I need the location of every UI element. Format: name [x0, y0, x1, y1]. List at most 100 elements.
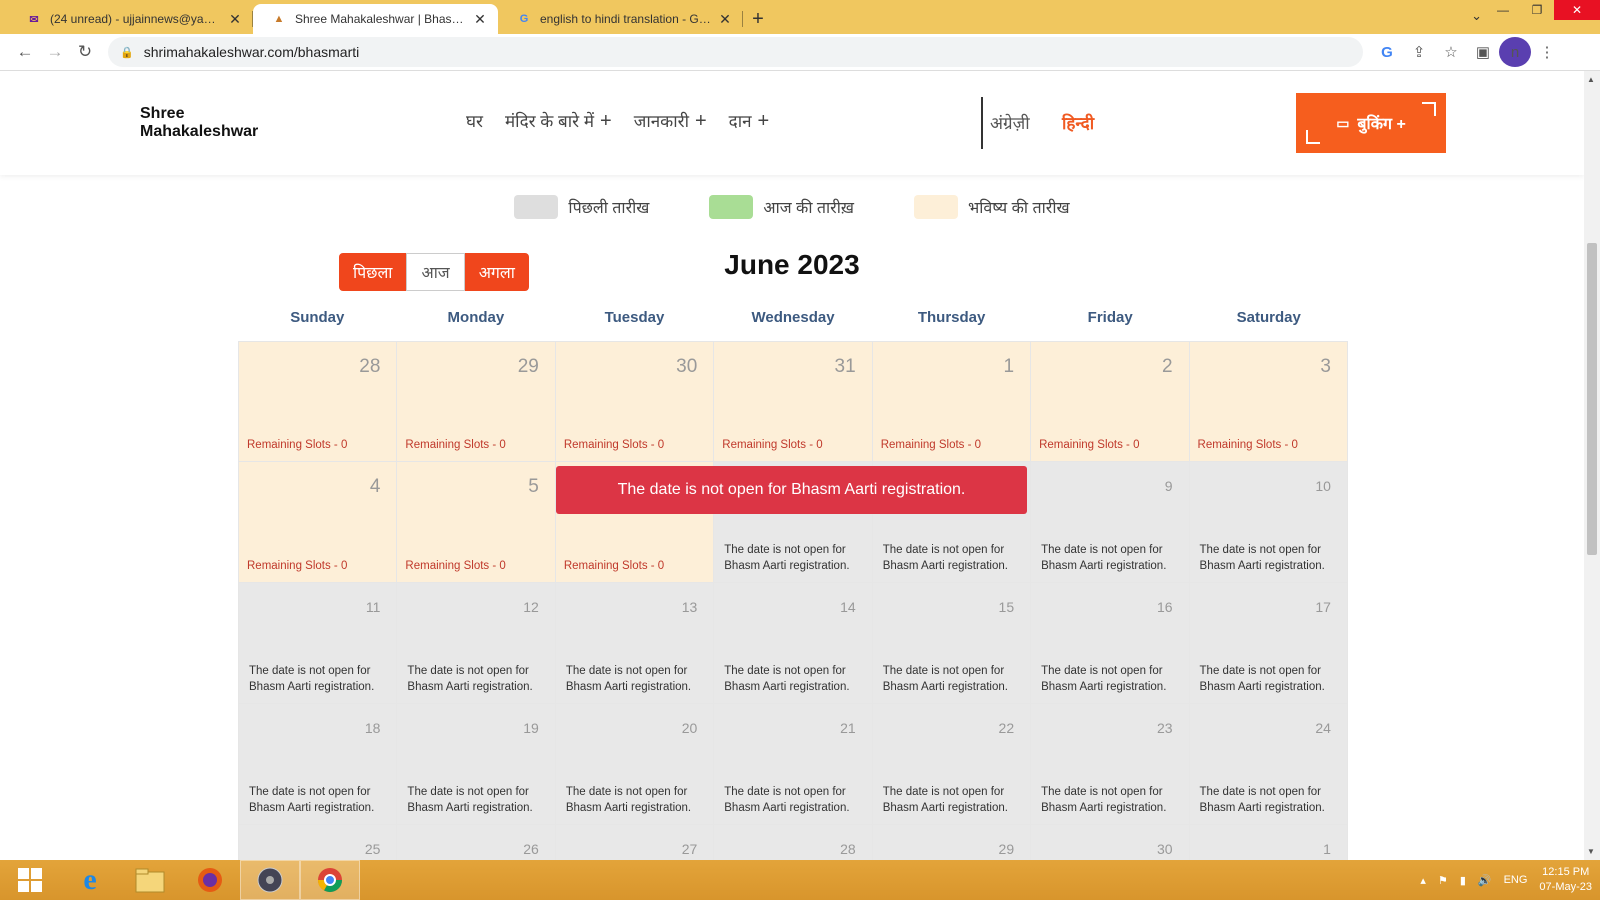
calendar-day-cell[interactable]: 28 Remaining Slots - 0	[238, 341, 398, 462]
calendar-day-cell[interactable]: 10 The date is not open for Bhasm Aarti r…	[1189, 462, 1348, 583]
media-player-icon[interactable]	[240, 860, 300, 900]
bookmark-star-icon[interactable]: ☆	[1435, 37, 1467, 67]
clock[interactable]: 12:15 PM 07-May-23	[1539, 865, 1592, 895]
scrollbar-thumb[interactable]	[1587, 243, 1597, 555]
minimize-icon[interactable]: —	[1486, 0, 1520, 20]
nav-donation[interactable]: दान +	[729, 109, 770, 132]
closed-message: The date is not open for Bhasm Aarti reg…	[882, 786, 1008, 814]
reload-icon[interactable]: ↻	[70, 37, 100, 67]
weekday-header: Tuesday	[604, 309, 665, 326]
calendar-day-cell[interactable]: 1	[1189, 825, 1348, 860]
chrome-icon[interactable]	[300, 860, 360, 900]
close-tab-icon[interactable]: ✕	[227, 11, 243, 28]
firefox-icon[interactable]	[180, 860, 240, 900]
calendar-day-cell[interactable]: 30	[1031, 825, 1190, 860]
start-button[interactable]	[0, 860, 60, 900]
calendar-day-cell[interactable]: 28	[714, 825, 873, 860]
calendar-day-cell[interactable]: 29 Remaining Slots - 0	[397, 341, 556, 462]
day-number: 30	[676, 356, 698, 377]
language-hindi[interactable]: हिन्दी	[1062, 111, 1094, 134]
close-window-icon[interactable]: ✕	[1554, 0, 1600, 20]
calendar-day-cell[interactable]: 11 The date is not open for Bhasm Aarti r…	[238, 583, 398, 704]
day-number: 11	[365, 599, 381, 615]
close-tab-icon[interactable]: ✕	[472, 11, 488, 28]
calendar-day-cell[interactable]: 3 Remaining Slots - 0	[1189, 341, 1348, 462]
browser-toolbar: ← → ↻ 🔒 shrimahakaleshwar.com/bhasmarti …	[0, 34, 1600, 71]
closed-message: The date is not open for Bhasm Aarti reg…	[1199, 665, 1325, 693]
day-number: 24	[1315, 720, 1331, 736]
calendar-day-cell[interactable]: 14 The date is not open for Bhasm Aarti r…	[714, 583, 873, 704]
new-tab-button[interactable]: +	[743, 4, 773, 34]
flag-icon[interactable]: ⚑	[1438, 874, 1448, 887]
calendar-day-cell[interactable]: 29	[872, 825, 1032, 860]
tray-expand-icon[interactable]: ▴	[1420, 874, 1426, 887]
lock-icon: 🔒	[120, 46, 134, 59]
file-explorer-icon[interactable]	[120, 860, 180, 900]
scroll-down-icon[interactable]: ▼	[1587, 847, 1595, 856]
calendar-day-cell[interactable]: 2 Remaining Slots - 0	[1031, 341, 1190, 462]
site-logo[interactable]: Shree Mahakaleshwar	[140, 105, 258, 141]
closed-message: The date is not open for Bhasm Aarti reg…	[724, 665, 850, 693]
calendar-day-cell[interactable]: 26	[397, 825, 556, 860]
network-icon[interactable]: ▮	[1460, 874, 1466, 887]
internet-explorer-icon[interactable]: e	[60, 860, 120, 900]
calendar-day-cell[interactable]: 22 The date is not open for Bhasm Aarti r…	[872, 704, 1032, 825]
calendar-day-cell[interactable]: 16 The date is not open for Bhasm Aarti r…	[1031, 583, 1190, 704]
calendar-day-cell[interactable]: 5 Remaining Slots - 0	[397, 462, 556, 583]
ticket-icon: ▭	[1336, 114, 1350, 131]
scroll-up-icon[interactable]: ▲	[1587, 75, 1595, 84]
legend-swatch	[913, 195, 958, 219]
calendar-day-cell[interactable]: 19 The date is not open for Bhasm Aarti r…	[397, 704, 556, 825]
day-number: 27	[681, 841, 698, 857]
address-bar[interactable]: 🔒 shrimahakaleshwar.com/bhasmarti	[108, 37, 1363, 67]
date-legend: पिछली तारीख आज की तारीख़ भविष्य की तारीख	[0, 195, 1584, 219]
calendar-day-cell[interactable]: 18 The date is not open for Bhasm Aarti r…	[238, 704, 398, 825]
calendar-day-cell[interactable]: 24 The date is not open for Bhasm Aarti r…	[1189, 704, 1348, 825]
day-number: 1	[1323, 841, 1331, 857]
forward-arrow-icon[interactable]: →	[40, 37, 70, 67]
back-arrow-icon[interactable]: ←	[10, 37, 40, 67]
calendar-day-cell[interactable]: 30 Remaining Slots - 0	[555, 341, 715, 462]
remaining-slots: Remaining Slots - 0	[563, 439, 665, 451]
calendar-day-cell[interactable]: 31 Remaining Slots - 0	[714, 341, 873, 462]
calendar-day-cell[interactable]: 17 The date is not open for Bhasm Aarti r…	[1189, 583, 1348, 704]
calendar-day-cell[interactable]: 21 The date is not open for Bhasm Aarti r…	[714, 704, 873, 825]
language-english[interactable]: अंग्रेज़ी	[990, 111, 1030, 134]
side-panel-icon[interactable]: ▣	[1467, 37, 1499, 67]
calendar-day-cell[interactable]: 20 The date is not open for Bhasm Aarti r…	[555, 704, 715, 825]
calendar-day-cell[interactable]: 25	[238, 825, 398, 860]
calendar-day-cell[interactable]: 23 The date is not open for Bhasm Aarti r…	[1031, 704, 1190, 825]
clock-time: 12:15 PM	[1542, 866, 1590, 878]
kebab-menu-icon[interactable]: ⋮	[1531, 37, 1563, 67]
browser-tab-mahakaleshwar[interactable]: ▲ Shree Mahakaleshwar | BhasmAa... ✕	[253, 4, 498, 34]
close-tab-icon[interactable]: ✕	[717, 11, 733, 28]
calendar-day-cell[interactable]: 9 The date is not open for Bhasm Aarti re…	[1031, 462, 1190, 583]
browser-tab-google[interactable]: G english to hindi translation - Goo... …	[498, 4, 743, 34]
calendar-day-cell[interactable]: 27	[555, 825, 715, 860]
closed-message: The date is not open for Bhasm Aarti reg…	[882, 665, 1008, 693]
profile-button[interactable]: n	[1499, 37, 1531, 67]
nav-about-temple[interactable]: मंदिर के बारे में +	[505, 109, 612, 132]
avatar: n	[1499, 37, 1531, 67]
google-lens-icon[interactable]: G	[1371, 37, 1403, 67]
input-language[interactable]: ENG	[1504, 874, 1528, 886]
page-scrollbar[interactable]: ▲ ▼	[1584, 71, 1600, 860]
legend-past: पिछली तारीख	[514, 195, 649, 219]
day-number: 22	[998, 720, 1015, 736]
calendar-day-cell[interactable]: 13 The date is not open for Bhasm Aarti r…	[555, 583, 715, 704]
restore-icon[interactable]: ❐	[1520, 0, 1554, 20]
volume-icon[interactable]: 🔊	[1478, 874, 1492, 887]
legend-label: पिछली तारीख	[568, 200, 650, 217]
browser-tab-mail[interactable]: ✉ (24 unread) - ujjainnews@yahoo... ✕	[8, 4, 253, 34]
nav-information[interactable]: जानकारी +	[634, 109, 707, 132]
calendar-day-cell[interactable]: 15 The date is not open for Bhasm Aarti r…	[872, 583, 1032, 704]
booking-button[interactable]: ▭ बुकिंग +	[1296, 93, 1446, 153]
tab-search-chevron-icon[interactable]: ⌄	[1471, 8, 1482, 24]
nav-home[interactable]: घर	[466, 109, 483, 132]
month-title: June 2023	[724, 249, 860, 280]
calendar-day-cell[interactable]: 12 The date is not open for Bhasm Aarti r…	[397, 583, 556, 704]
share-icon[interactable]: ⇪	[1403, 37, 1435, 67]
calendar-day-cell[interactable]: 4 Remaining Slots - 0	[238, 462, 398, 583]
closed-message: The date is not open for Bhasm Aarti reg…	[1041, 665, 1167, 693]
calendar-day-cell[interactable]: 1 Remaining Slots - 0	[872, 341, 1032, 462]
